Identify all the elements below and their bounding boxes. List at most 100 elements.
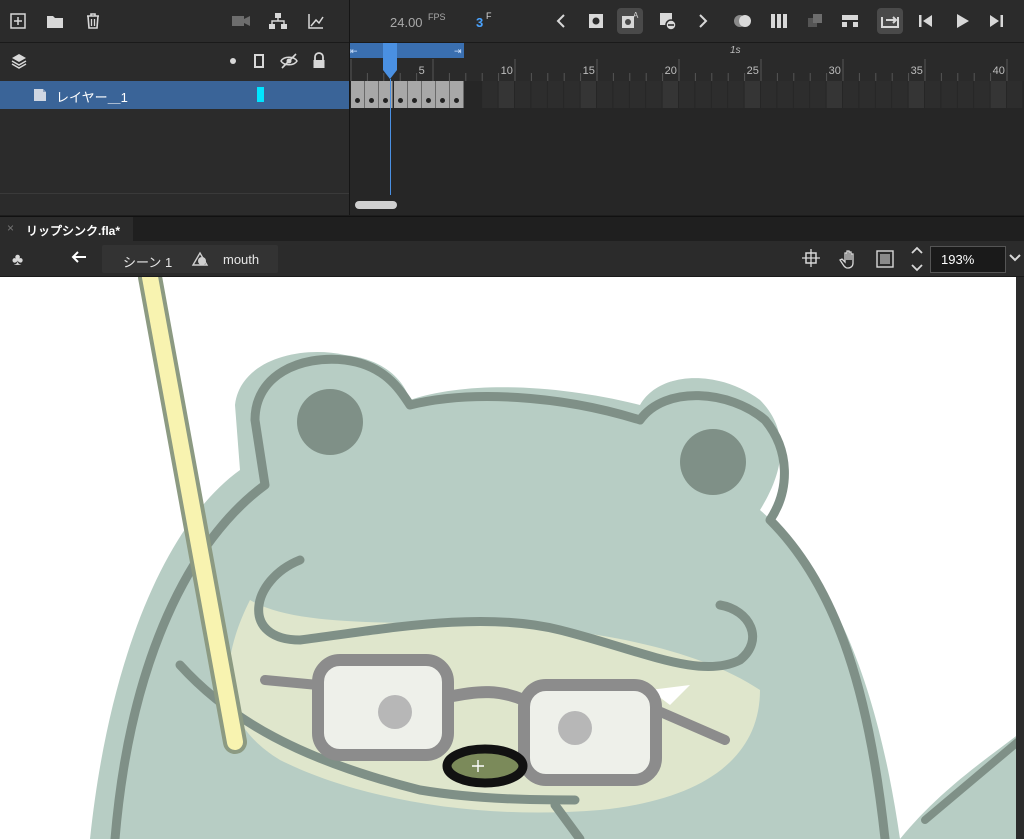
empty-frame-cell[interactable] (498, 81, 514, 108)
keyframe-dot (355, 98, 360, 103)
empty-frame-cell[interactable] (875, 81, 892, 108)
new-folder-icon[interactable] (42, 8, 68, 34)
layers-panel: レイヤー＿1 (0, 43, 349, 215)
empty-frame-cell[interactable] (531, 81, 547, 108)
graph-icon[interactable] (303, 8, 329, 34)
empty-frame-cell[interactable] (695, 81, 711, 108)
delete-icon[interactable] (80, 8, 106, 34)
chevron-left-icon[interactable] (548, 8, 574, 34)
fps-label: FPS (428, 12, 446, 22)
keyframe-cell[interactable] (422, 81, 436, 108)
empty-frame-cell[interactable] (547, 81, 564, 108)
play-icon[interactable] (949, 8, 975, 34)
step-back-icon[interactable] (913, 8, 939, 34)
keyframe-cell[interactable] (351, 81, 365, 108)
zoom-stepper-icon[interactable] (910, 244, 924, 274)
empty-frame-cell[interactable] (990, 81, 1006, 108)
club-icon[interactable]: ♣ (12, 250, 23, 270)
onion-skin-icon[interactable] (730, 8, 756, 34)
character-artwork (90, 277, 1024, 839)
document-tab[interactable]: × リップシンク.fla* (0, 217, 133, 241)
insert-keyframe-icon[interactable] (583, 8, 609, 34)
empty-frame-cell[interactable] (777, 81, 793, 108)
empty-frame-cell[interactable] (629, 81, 646, 108)
mouth-symbol[interactable] (442, 744, 528, 788)
empty-frame-cell[interactable] (793, 81, 810, 108)
empty-frame-cell[interactable] (728, 81, 744, 108)
empty-frame-cell[interactable] (925, 81, 941, 108)
chevron-right-icon[interactable] (690, 8, 716, 34)
keyframe-dot (454, 98, 460, 103)
frame-number: 40 (992, 65, 1005, 77)
document-title[interactable]: リップシンク.fla* (26, 222, 120, 239)
parenting-icon[interactable] (265, 8, 291, 34)
empty-frame-cell[interactable] (826, 81, 842, 108)
timeline-scrollbar-thumb[interactable] (355, 201, 397, 209)
layer-row[interactable]: レイヤー＿1 (0, 81, 349, 109)
empty-frame-cell[interactable] (744, 81, 760, 108)
layer-color-swatch[interactable] (257, 87, 264, 102)
keyframe-dot (383, 98, 389, 103)
empty-frame-cell[interactable] (613, 81, 629, 108)
clip-to-stage-icon[interactable] (875, 249, 895, 269)
outline-icon[interactable] (253, 53, 265, 69)
symbol-label[interactable]: mouth (223, 252, 259, 267)
empty-frame-cell[interactable] (761, 81, 777, 108)
scene-label[interactable]: シーン 1 (123, 252, 172, 271)
fps-value[interactable]: 24.00 (390, 15, 423, 30)
stage-canvas[interactable] (0, 277, 1024, 839)
center-frame-icon[interactable] (837, 8, 863, 34)
close-tab-icon[interactable]: × (7, 221, 14, 235)
empty-frame-cell[interactable] (711, 81, 728, 108)
sync-symbol-icon[interactable] (802, 8, 828, 34)
remove-keyframe-icon[interactable] (655, 8, 681, 34)
loop-icon[interactable] (877, 8, 903, 34)
step-forward-icon[interactable] (983, 8, 1009, 34)
empty-frame-cell[interactable] (908, 81, 924, 108)
highlight-dot-icon[interactable] (230, 58, 236, 64)
new-layer-icon[interactable] (5, 8, 31, 34)
keyframe-cell[interactable] (393, 81, 408, 108)
keyframe-cell[interactable] (379, 81, 394, 108)
edit-multiple-frames-icon[interactable] (766, 8, 792, 34)
svg-text:A: A (633, 11, 639, 20)
empty-frame-cell[interactable] (859, 81, 875, 108)
empty-frame-cell[interactable] (515, 81, 531, 108)
empty-frame-cell[interactable] (597, 81, 613, 108)
keyframe-dot (397, 98, 403, 103)
empty-frame-cell[interactable] (810, 81, 826, 108)
empty-frame-cell[interactable] (843, 81, 859, 108)
empty-frame-cell[interactable] (482, 81, 498, 108)
hand-tool-icon[interactable] (837, 248, 859, 270)
chevron-down-icon[interactable] (1009, 253, 1021, 263)
stage-scrollbar[interactable] (1016, 277, 1024, 839)
timeline-frames-panel[interactable]: ⇤ ⇥ 1s 5 10 15 20 25 30 35 40 (350, 43, 1024, 215)
auto-keyframe-icon[interactable]: A (617, 8, 643, 34)
playhead-line[interactable] (390, 79, 391, 195)
lock-icon[interactable] (312, 52, 326, 70)
empty-frame-cell[interactable] (646, 81, 662, 108)
empty-frame-cell[interactable] (564, 81, 580, 108)
empty-frame-cell[interactable] (679, 81, 695, 108)
snap-icon[interactable] (802, 249, 820, 267)
empty-frame-cell[interactable] (1007, 81, 1023, 108)
keyframe-cell[interactable] (436, 81, 451, 108)
empty-frame-cell[interactable] (957, 81, 974, 108)
back-arrow-icon[interactable] (70, 249, 88, 265)
camera-icon[interactable] (228, 8, 254, 34)
current-frame[interactable]: 3 (476, 15, 483, 30)
empty-frame-cell[interactable] (974, 81, 990, 108)
zoom-field[interactable]: 193% (930, 246, 1006, 273)
right-pupil (558, 711, 592, 745)
keyframe-cell[interactable] (407, 81, 422, 108)
empty-frame-cell[interactable] (662, 81, 678, 108)
empty-frame-cell[interactable] (580, 81, 596, 108)
visibility-icon[interactable] (279, 52, 299, 70)
keyframe-cell[interactable] (365, 81, 380, 108)
empty-frame-cell[interactable] (941, 81, 957, 108)
empty-frame-cell[interactable] (892, 81, 908, 108)
timeline-grid (350, 59, 1023, 108)
zoom-value[interactable]: 193% (941, 252, 974, 267)
layer-name[interactable]: レイヤー＿1 (56, 87, 128, 106)
keyframe-cell[interactable] (450, 81, 465, 108)
